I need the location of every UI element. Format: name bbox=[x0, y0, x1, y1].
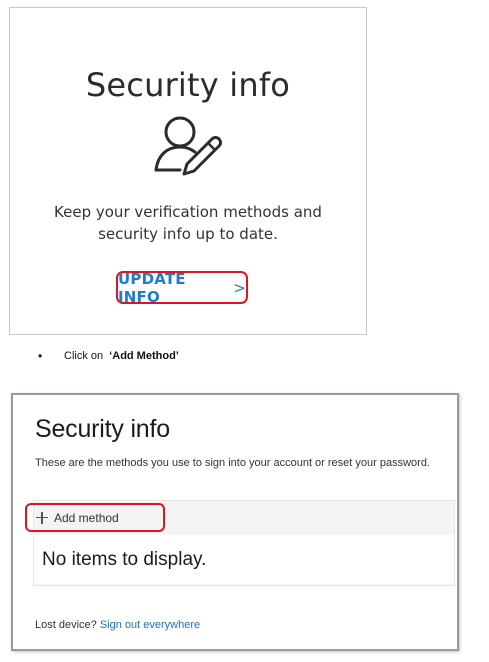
lost-device-label: Lost device? bbox=[35, 619, 97, 631]
card-title: Security info bbox=[85, 66, 291, 104]
user-edit-icon bbox=[154, 116, 222, 176]
chevron-right-icon: > bbox=[233, 278, 246, 297]
empty-message: No items to display. bbox=[42, 548, 207, 570]
add-method-label: Add method bbox=[54, 510, 119, 525]
update-info-label: UPDATE INFO bbox=[118, 269, 186, 306]
card-description: Keep your verification methods and secur… bbox=[54, 203, 322, 243]
security-info-page: Security info These are the methods you … bbox=[11, 393, 459, 651]
bullet-icon: • bbox=[38, 349, 43, 363]
page-title: Security info bbox=[35, 415, 170, 443]
lost-device-row: Lost device? Sign out everywhere bbox=[35, 619, 200, 631]
instruction-step: • Click on ‘Add Method’ bbox=[38, 349, 179, 363]
sign-out-everywhere-link[interactable]: Sign out everywhere bbox=[100, 619, 200, 631]
instruction-emphasis: ‘Add Method’ bbox=[109, 350, 179, 362]
add-method-button[interactable]: Add method bbox=[25, 503, 165, 532]
page-subtitle: These are the methods you use to sign in… bbox=[35, 457, 430, 469]
plus-icon bbox=[36, 511, 48, 524]
update-info-button[interactable]: UPDATE INFO > bbox=[116, 269, 248, 306]
methods-list-empty: No items to display. bbox=[34, 535, 454, 584]
security-info-card: Security info Keep your verification met… bbox=[9, 7, 367, 335]
instruction-prefix: Click on bbox=[64, 350, 107, 362]
